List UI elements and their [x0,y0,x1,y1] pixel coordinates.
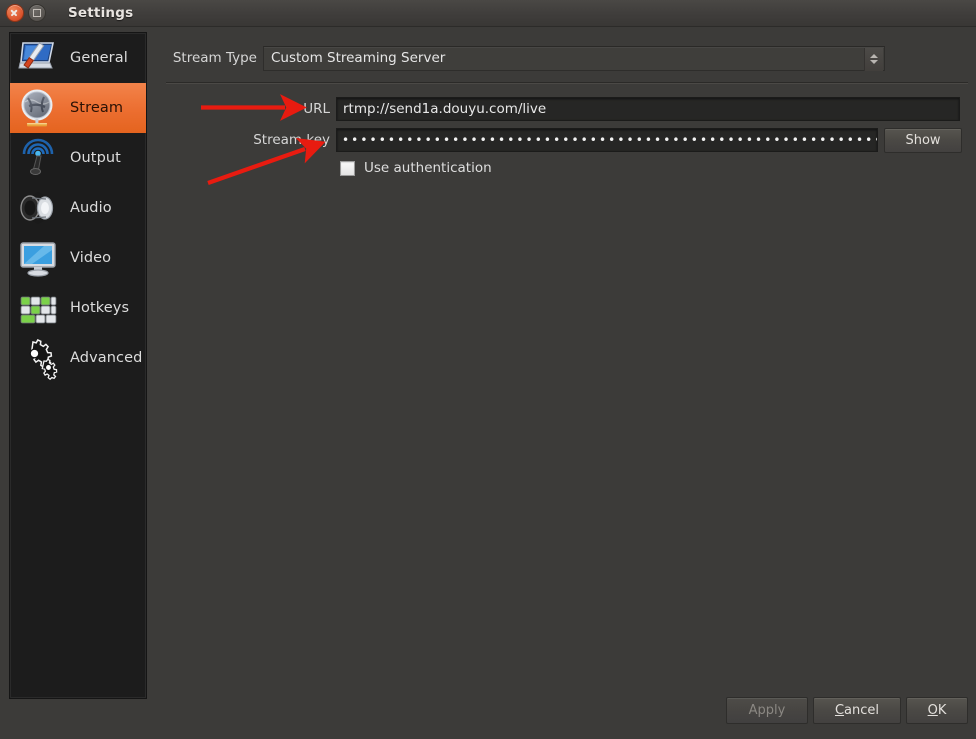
chevron-updown-icon[interactable] [864,47,883,71]
show-stream-key-button[interactable]: Show [884,127,962,153]
stream-icon [16,86,60,130]
url-input[interactable]: rtmp://send1a.douyu.com/live [336,97,960,121]
advanced-icon [16,336,60,380]
settings-sidebar: General Stream Output Audio Video Hotkey… [9,32,147,699]
stream-type-value: Custom Streaming Server [271,50,446,66]
output-icon [16,136,60,180]
cancel-accel: C [834,703,845,718]
settings-window: Settings General Stream Output Audio Vid… [0,0,976,739]
stream-type-row: Stream Type Custom Streaming Server [153,43,968,73]
apply-button[interactable]: Apply [726,697,808,724]
stream-key-input[interactable]: ••••••••••••••••••••••••••••••••••••••••… [336,128,878,152]
sidebar-item-label: General [70,50,128,66]
stream-settings-panel: Stream Type Custom Streaming Server URL … [153,32,968,680]
stream-type-select[interactable]: Custom Streaming Server [263,45,885,71]
hotkeys-icon [16,286,60,330]
sidebar-item-label: Hotkeys [70,300,130,316]
url-value: rtmp://send1a.douyu.com/live [343,101,547,117]
window-title: Settings [68,5,134,21]
general-icon [16,36,60,80]
url-label: URL [303,101,330,117]
stream-type-label: Stream Type [172,50,257,66]
sidebar-item-label: Output [70,150,121,166]
dialog-footer: Apply Cancel OK [0,683,976,739]
sidebar-item-stream[interactable]: Stream [10,83,146,133]
sidebar-item-video[interactable]: Video [10,233,146,283]
url-row: URL rtmp://send1a.douyu.com/live [153,96,968,122]
use-authentication-checkbox[interactable] [340,160,355,176]
ok-rest: K [937,703,947,718]
sidebar-item-hotkeys[interactable]: Hotkeys [10,283,146,333]
cancel-rest: ancel [844,703,880,718]
sidebar-item-label: Audio [70,200,112,216]
maximize-icon[interactable] [28,4,46,22]
stream-key-row: Stream key •••••••••••••••••••••••••••••… [153,127,968,153]
use-authentication-label: Use authentication [364,160,492,176]
audio-icon [16,186,60,230]
cancel-button[interactable]: Cancel [813,697,901,724]
sidebar-item-advanced[interactable]: Advanced [10,333,146,383]
stream-key-label: Stream key [253,132,330,148]
sidebar-item-output[interactable]: Output [10,133,146,183]
sidebar-item-label: Stream [70,100,124,116]
sidebar-item-audio[interactable]: Audio [10,183,146,233]
ok-accel: O [927,703,938,718]
sidebar-item-general[interactable]: General [10,33,146,83]
stream-key-masked-value: ••••••••••••••••••••••••••••••••••••••••… [342,133,877,147]
video-icon [16,236,60,280]
sidebar-item-label: Advanced [70,350,143,366]
use-authentication-row[interactable]: Use authentication [340,160,492,176]
title-bar: Settings [0,0,976,27]
panel-divider [166,82,968,84]
ok-button[interactable]: OK [906,697,968,724]
close-icon[interactable] [6,4,24,22]
sidebar-item-label: Video [70,250,112,266]
